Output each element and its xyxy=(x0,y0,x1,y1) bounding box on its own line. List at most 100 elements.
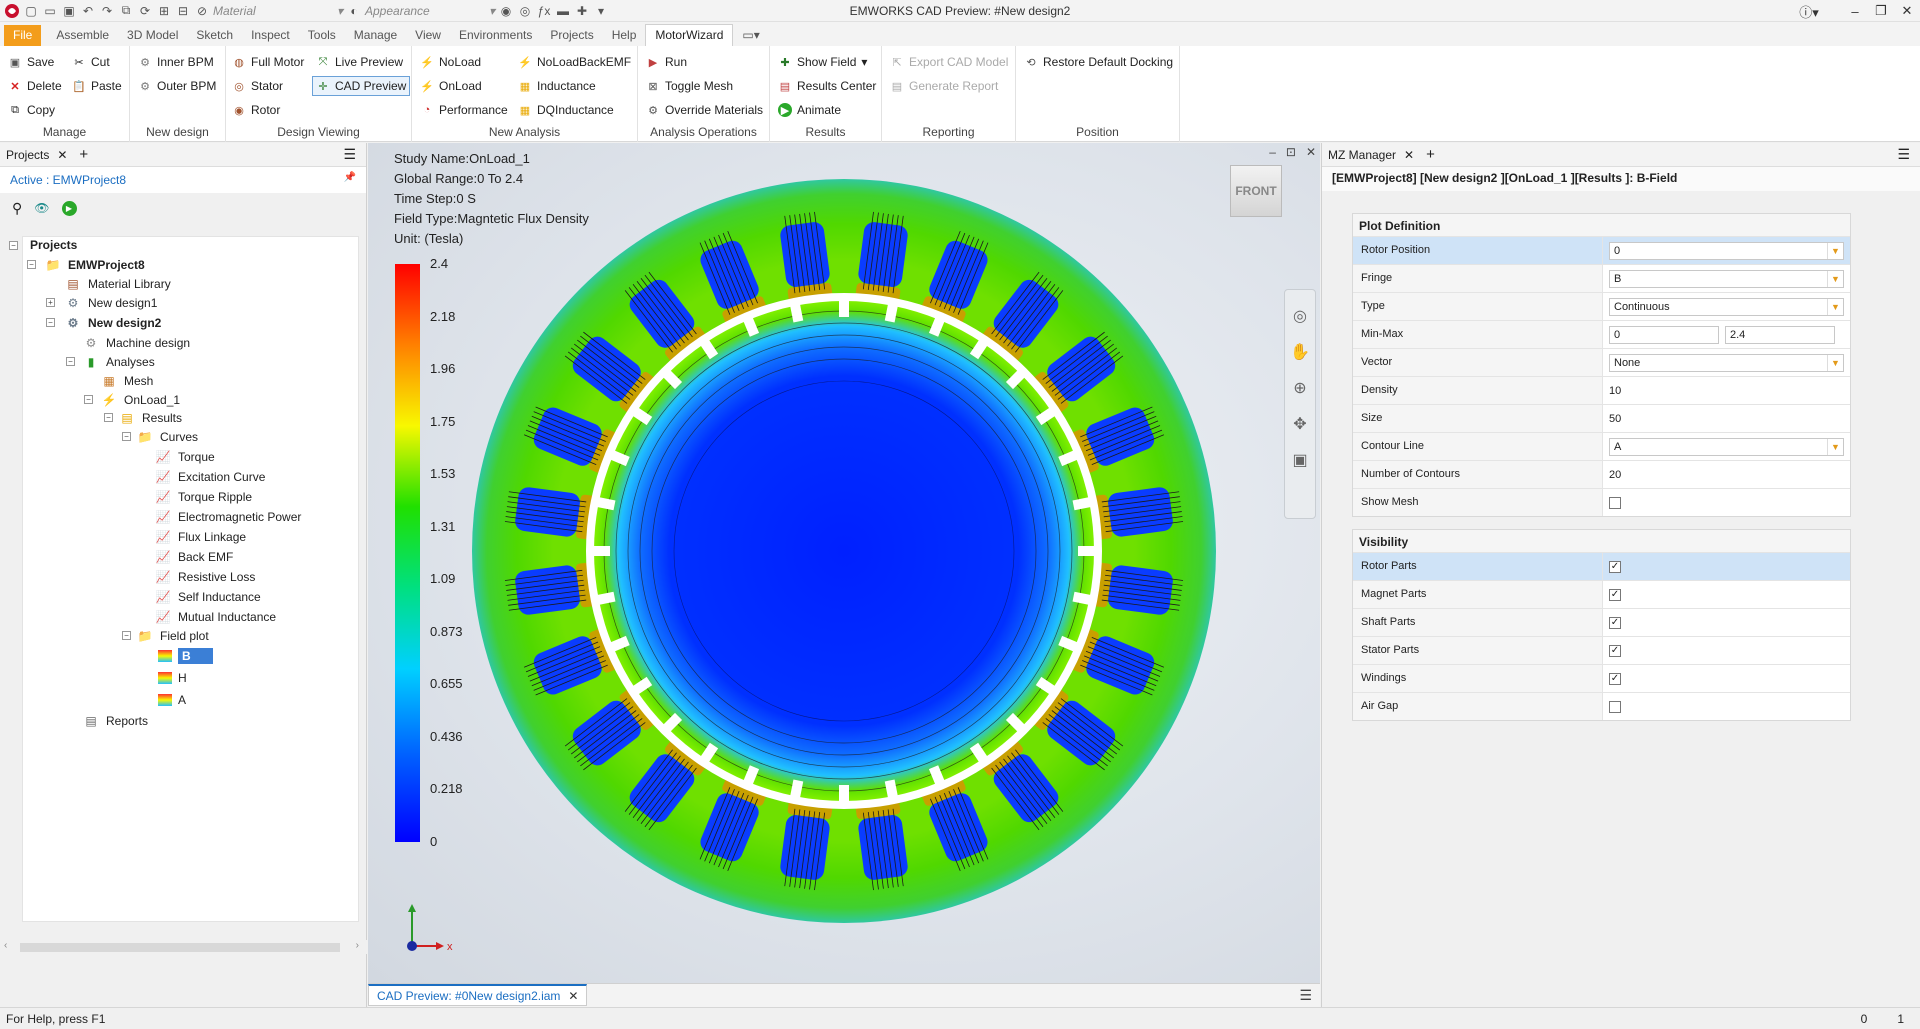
ribbon-options-icon[interactable]: ▭▾ xyxy=(733,25,768,46)
stator-button[interactable]: ◎ Stator xyxy=(232,76,283,96)
pan-icon[interactable]: ✋ xyxy=(1285,342,1315,362)
outer-bpm-button[interactable]: ⚙ Outer BPM xyxy=(138,76,216,96)
tree-design1[interactable]: ⚙ New design1 xyxy=(64,294,158,312)
menu-environments[interactable]: Environments xyxy=(450,25,541,46)
rotor-parts-checkbox[interactable]: ✓ xyxy=(1609,560,1621,573)
parameters-icon[interactable]: ƒx xyxy=(536,4,552,18)
orbit-icon[interactable]: ✥ xyxy=(1285,414,1315,434)
generate-report-button[interactable]: ▤ Generate Report xyxy=(890,76,999,96)
menu-sketch[interactable]: Sketch xyxy=(187,25,242,46)
shaft-parts-checkbox[interactable]: ✓ xyxy=(1609,616,1621,629)
dqinductance-button[interactable]: ▦ DQInductance xyxy=(518,100,614,120)
menu-3d-model[interactable]: 3D Model xyxy=(118,25,187,46)
tab-cad-preview-doc[interactable]: CAD Preview: #0New design2.iam ✕ xyxy=(368,984,588,1006)
tree-analyses[interactable]: ▮ Analyses xyxy=(82,353,155,371)
delete-button[interactable]: ✕ Delete xyxy=(8,76,61,96)
collapse-icon[interactable]: − xyxy=(66,357,75,366)
pin-icon[interactable]: 📌 xyxy=(344,172,356,183)
show-field-button[interactable]: ✚ Show Field ▾ xyxy=(778,52,867,72)
panel-menu-icon[interactable]: ☰ xyxy=(343,146,366,163)
tree-field-plot[interactable]: 📁 Field plot xyxy=(136,627,209,645)
update-icon[interactable]: ⟳ xyxy=(137,4,153,18)
restore-icon[interactable]: ❐ xyxy=(1868,3,1894,19)
tree-curve-item[interactable]: 📈 Flux Linkage xyxy=(154,528,247,546)
tree-curve-item[interactable]: 📈 Self Inductance xyxy=(154,588,261,606)
maximize-icon[interactable]: ⊡ xyxy=(1286,145,1296,159)
ruler-icon[interactable]: ▬ xyxy=(555,4,571,18)
chevron-down-icon[interactable]: ▼ xyxy=(1827,298,1843,315)
steering-wheel-icon[interactable]: ◎ xyxy=(1285,306,1315,326)
tree-project[interactable]: 📁 EMWProject8 xyxy=(44,256,145,274)
magnet-parts-checkbox[interactable]: ✓ xyxy=(1609,588,1621,601)
new-file-icon[interactable]: ▢ xyxy=(23,4,39,18)
menu-view[interactable]: View xyxy=(406,25,450,46)
restore-docking-button[interactable]: ⟲ Restore Default Docking xyxy=(1024,52,1173,72)
cut-button[interactable]: ✂ Cut xyxy=(72,52,109,72)
scroll-right-icon[interactable]: › xyxy=(356,940,359,951)
scroll-left-icon[interactable]: ‹ xyxy=(4,940,7,951)
live-preview-button[interactable]: ⤧ Live Preview xyxy=(316,52,403,72)
collapse-icon[interactable]: − xyxy=(9,241,18,250)
app-logo-icon[interactable] xyxy=(4,3,20,18)
vector-select[interactable]: None ▼ xyxy=(1609,353,1844,372)
close-icon[interactable]: ✕ xyxy=(57,148,67,162)
max-input[interactable]: 2.4 xyxy=(1725,325,1835,344)
onload-button[interactable]: ⚡ OnLoad xyxy=(420,76,482,96)
min-input[interactable]: 0 xyxy=(1609,325,1719,344)
tree-horizontal-scrollbar[interactable]: ‹ › xyxy=(0,940,367,954)
close-icon[interactable]: ✕ xyxy=(1894,3,1920,19)
tree-design2[interactable]: ⚙ New design2 xyxy=(64,314,162,332)
collapse-icon[interactable]: − xyxy=(122,631,131,640)
tree-root-projects[interactable]: Projects xyxy=(30,236,77,254)
tree-curves[interactable]: 📁 Curves xyxy=(136,428,199,446)
save-icon[interactable]: ▣ xyxy=(61,4,77,18)
toggle-mesh-button[interactable]: ⊠ Toggle Mesh xyxy=(646,76,733,96)
redo-icon[interactable]: ↷ xyxy=(99,4,115,18)
tree-curve-item[interactable]: 📈 Torque Ripple xyxy=(154,488,253,506)
tree-curve-item[interactable]: 📈 Excitation Curve xyxy=(154,468,266,486)
tree-reports[interactable]: ▤ Reports xyxy=(82,712,148,730)
viewcube-front[interactable]: FRONT xyxy=(1230,165,1282,217)
noloadbackemf-button[interactable]: ⚡ NoLoadBackEMF xyxy=(518,52,631,72)
doc-menu-icon[interactable]: ☰ xyxy=(1299,987,1312,1004)
chevron-down-icon[interactable]: ▼ xyxy=(1827,354,1843,371)
tree-mesh[interactable]: ▦ Mesh xyxy=(100,372,153,390)
tree-curve-item[interactable]: 📈 Torque xyxy=(154,448,215,466)
tree-material-library[interactable]: ▤ Material Library xyxy=(64,275,170,293)
tree-curve-item[interactable]: 📈 Electromagnetic Power xyxy=(154,508,302,526)
minimize-icon[interactable]: – xyxy=(1842,4,1868,19)
minimize-icon[interactable]: – xyxy=(1269,145,1276,159)
air-gap-checkbox[interactable] xyxy=(1609,700,1621,713)
tab-mz-manager[interactable]: MZ Manager ✕ xyxy=(1322,148,1420,162)
menu-projects[interactable]: Projects xyxy=(541,25,602,46)
cad-viewport[interactable]: Study Name:OnLoad_1 Global Range:0 To 2.… xyxy=(368,143,1320,983)
collapse-icon[interactable]: − xyxy=(46,318,55,327)
menu-assemble[interactable]: Assemble xyxy=(47,25,118,46)
eye-icon[interactable]: 👁 xyxy=(34,201,49,215)
search-icon[interactable]: ⚲ xyxy=(12,200,22,217)
collapse-icon[interactable]: − xyxy=(122,432,131,441)
add-tab-icon[interactable]: + xyxy=(1420,146,1441,163)
noload-button[interactable]: ⚡ NoLoad xyxy=(420,52,481,72)
save-button[interactable]: ▣ Save xyxy=(8,52,55,72)
inner-bpm-button[interactable]: ⚙ Inner BPM xyxy=(138,52,214,72)
menu-motorwizard[interactable]: MotorWizard xyxy=(645,24,734,46)
measure-icon[interactable]: ⊞ xyxy=(156,4,172,18)
customize-icon[interactable]: ▾ xyxy=(593,4,609,18)
expand-icon[interactable]: + xyxy=(46,298,55,307)
cad-preview-button[interactable]: ✛ CAD Preview xyxy=(312,76,411,96)
rotor-button[interactable]: ◉ Rotor xyxy=(232,100,280,120)
chevron-down-icon[interactable]: ▼ xyxy=(1827,270,1843,287)
density-value[interactable]: 10 xyxy=(1603,377,1850,404)
inductance-button[interactable]: ▦ Inductance xyxy=(518,76,596,96)
override-materials-button[interactable]: ⚙ Override Materials xyxy=(646,100,763,120)
close-icon[interactable]: ✕ xyxy=(568,989,578,1003)
stator-parts-checkbox[interactable]: ✓ xyxy=(1609,644,1621,657)
menu-inspect[interactable]: Inspect xyxy=(242,25,299,46)
type-select[interactable]: Continuous ▼ xyxy=(1609,297,1844,316)
results-center-button[interactable]: ▤ Results Center xyxy=(778,76,877,96)
look-at-icon[interactable]: ▣ xyxy=(1285,450,1315,470)
add-tab-icon[interactable]: + xyxy=(73,146,94,163)
tree-curve-item[interactable]: 📈 Mutual Inductance xyxy=(154,608,277,626)
zoom-icon[interactable]: ⊕ xyxy=(1285,378,1315,398)
